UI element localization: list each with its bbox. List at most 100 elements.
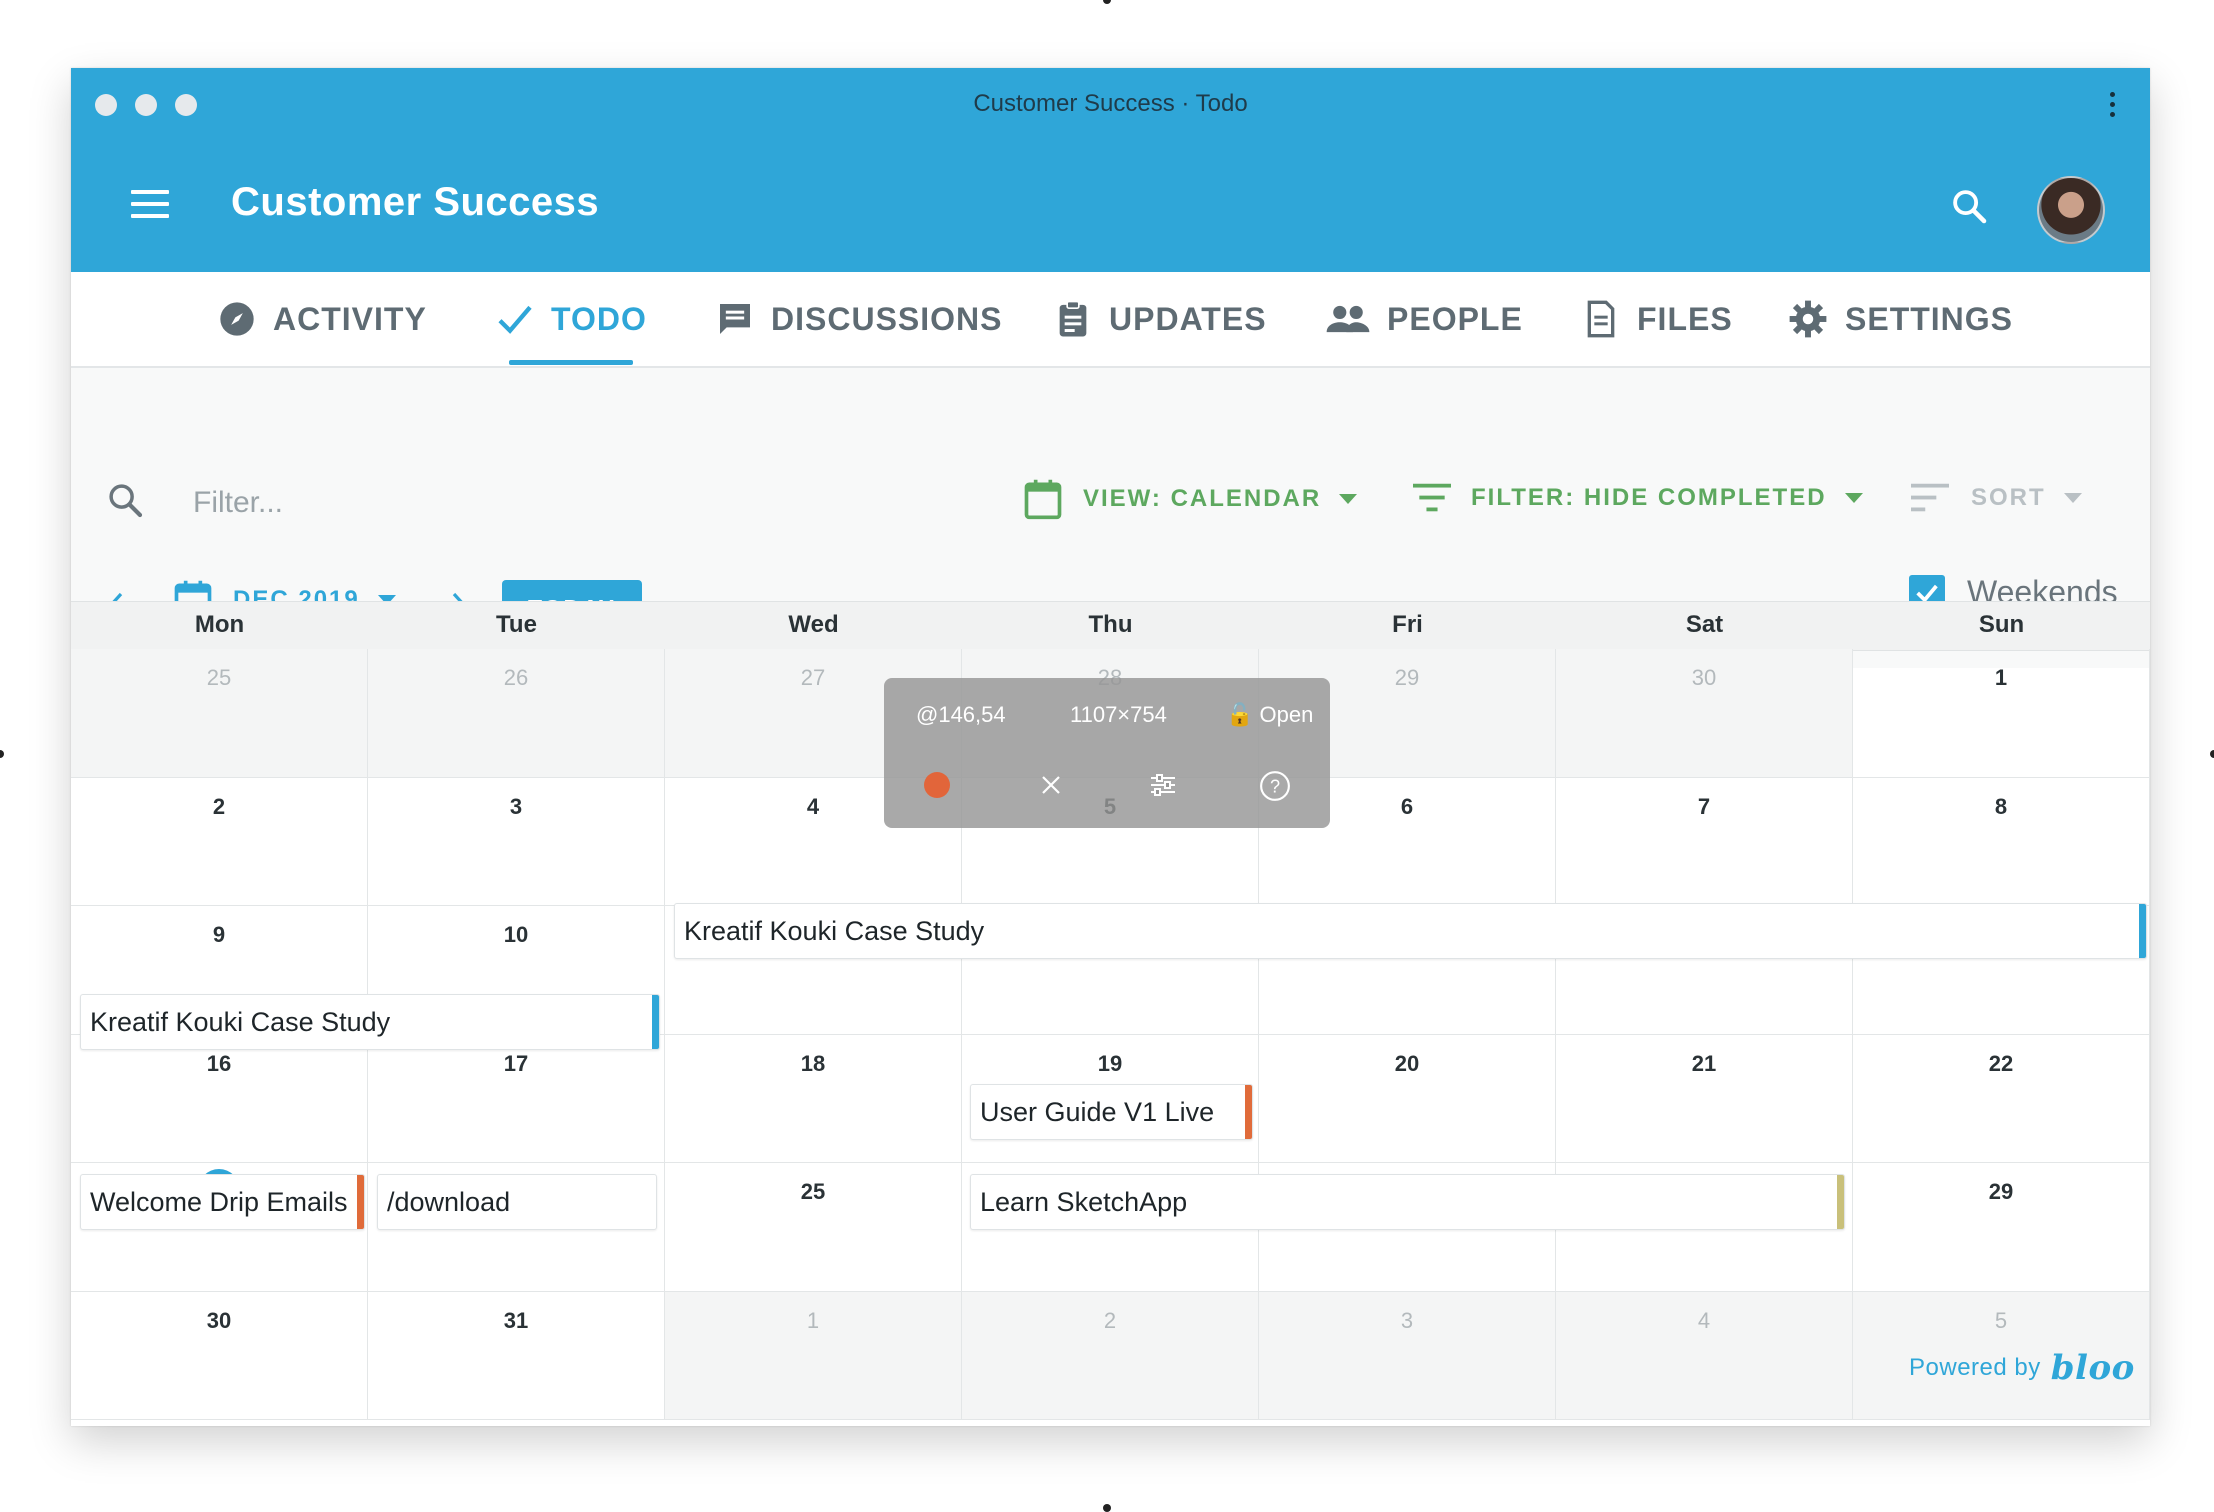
bloo-logo: bloo: [2050, 1348, 2135, 1388]
calendar-day-cell[interactable]: 26: [368, 649, 665, 778]
file-icon: [1587, 300, 1615, 338]
day-number: 17: [503, 1050, 529, 1076]
tab-updates[interactable]: UPDATES: [1053, 272, 1267, 366]
calendar-day-cell[interactable]: 7: [1556, 777, 1853, 906]
more-options-icon[interactable]: [2110, 92, 2116, 118]
day-number: 30: [1691, 665, 1717, 690]
day-number: 25: [800, 1179, 826, 1204]
day-number: 1: [1994, 665, 2008, 690]
window-titlebar[interactable]: Customer Success · Todo: [71, 68, 2150, 140]
day-number: 4: [1697, 1307, 1711, 1333]
help-icon[interactable]: ?: [1259, 770, 1291, 802]
event-user-guide-v1-live[interactable]: User Guide V1 Live: [970, 1084, 1253, 1140]
weekday-label: Wed: [788, 611, 839, 638]
calendar-day-cell[interactable]: 2: [71, 777, 368, 906]
tab-label: DISCUSSIONS: [771, 300, 1003, 337]
day-number: 25: [206, 665, 232, 690]
calendar-day-cell[interactable]: 20: [1259, 1034, 1556, 1163]
event-kreatif-kouki-case-study[interactable]: Kreatif Kouki Case Study: [674, 903, 2147, 959]
event-welcome-drip-emails[interactable]: Welcome Drip Emails: [80, 1174, 365, 1230]
day-number: 16: [206, 1050, 232, 1076]
filter-search-icon: [109, 484, 143, 518]
calendar-day-cell[interactable]: 25: [71, 649, 368, 778]
chat-icon: [720, 304, 750, 334]
day-number: 1: [806, 1307, 820, 1333]
tab-settings[interactable]: SETTINGS: [1787, 272, 2013, 366]
unlock-icon: 🔓: [1226, 702, 1254, 727]
search-icon[interactable]: [1949, 186, 1991, 228]
tab-todo[interactable]: TODO: [495, 272, 647, 366]
chevron-down-icon: [1339, 494, 1358, 504]
view-label: VIEW: CALENDAR: [1083, 485, 1322, 512]
calendar-day-cell[interactable]: 3: [368, 777, 665, 906]
weekday-label: Fri: [1392, 611, 1423, 638]
frame-marker: [1103, 0, 1111, 4]
calendar-day-cell[interactable]: 1: [1853, 649, 2150, 778]
event-title: Learn SketchApp: [980, 1187, 1188, 1217]
sort-label: SORT: [1971, 484, 2046, 511]
filter-hide-completed-dropdown[interactable]: FILTER: HIDE COMPLETED: [1413, 482, 1863, 514]
avatar[interactable]: [2037, 176, 2105, 244]
event-color-bar: [357, 1175, 364, 1229]
calendar-day-cell[interactable]: 31: [368, 1291, 665, 1420]
tab-label: TODO: [551, 300, 647, 337]
calendar-day-cell[interactable]: 2: [962, 1291, 1259, 1420]
powered-by-label: Powered by: [1909, 1354, 2041, 1381]
event-download[interactable]: /download: [377, 1174, 657, 1230]
event-color-bar: [652, 995, 659, 1049]
event-color-bar: [1245, 1085, 1252, 1139]
calendar-day-cell[interactable]: 30: [1556, 649, 1853, 778]
adjust-settings-icon[interactable]: [1148, 770, 1178, 800]
close-icon[interactable]: [1036, 770, 1066, 800]
event-title: Welcome Drip Emails: [90, 1187, 348, 1217]
powered-by-bloo[interactable]: Powered by bloo: [1909, 1348, 2135, 1388]
day-number: 20: [1394, 1050, 1420, 1076]
event-learn-sketchapp[interactable]: Learn SketchApp: [970, 1174, 1845, 1230]
tab-label: FILES: [1637, 300, 1733, 337]
calendar-day-cell[interactable]: 29: [1853, 1163, 2150, 1292]
day-number: 3: [1400, 1307, 1414, 1333]
calendar-day-cell[interactable]: 21: [1556, 1034, 1853, 1163]
calendar-day-cell[interactable]: 30: [71, 1291, 368, 1420]
calendar-day-cell[interactable]: 25: [665, 1163, 962, 1292]
weekday-label: Sun: [1978, 611, 2025, 638]
tab-discussions[interactable]: DISCUSSIONS: [715, 272, 1002, 366]
day-number: 26: [503, 665, 529, 690]
record-button[interactable]: [922, 770, 952, 800]
event-title: Kreatif Kouki Case Study: [90, 1007, 391, 1037]
sort-icon: [1911, 483, 1949, 512]
tab-files[interactable]: FILES: [1581, 272, 1733, 366]
calendar-day-cell[interactable]: 3: [1259, 1291, 1556, 1420]
weekday-label: Sat: [1685, 611, 1724, 638]
tab-label: PEOPLE: [1387, 300, 1523, 337]
day-number: 2: [1103, 1307, 1117, 1333]
filter-icon: [1413, 483, 1451, 512]
calendar-day-cell[interactable]: 22: [1853, 1034, 2150, 1163]
calendar-day-cell[interactable]: 18: [665, 1034, 962, 1163]
event-title: /download: [387, 1187, 511, 1217]
calendar-day-cell[interactable]: 17: [368, 1034, 665, 1163]
calendar-day-cell[interactable]: 8: [1853, 777, 2150, 906]
filter-input[interactable]: [191, 482, 595, 524]
day-number: 9: [212, 922, 226, 947]
tab-activity[interactable]: ACTIVITY: [217, 272, 427, 366]
lock-toggle[interactable]: 🔓 Open: [1226, 702, 1313, 728]
tab-label: SETTINGS: [1845, 300, 2014, 337]
day-number: 31: [503, 1307, 529, 1333]
filter-label: FILTER: HIDE COMPLETED: [1471, 484, 1827, 511]
chevron-down-icon: [1844, 493, 1863, 503]
hamburger-icon[interactable]: [131, 190, 169, 218]
sort-dropdown[interactable]: SORT: [1911, 482, 2082, 514]
compass-icon: [220, 302, 254, 336]
weekday-label: Tue: [496, 611, 537, 638]
chevron-down-icon: [2063, 493, 2082, 503]
view-calendar-dropdown[interactable]: VIEW: CALENDAR: [1021, 476, 1358, 522]
tab-people[interactable]: PEOPLE: [1325, 272, 1523, 366]
event-kreatif-kouki-case-study[interactable]: Kreatif Kouki Case Study: [80, 994, 660, 1050]
calendar-day-cell[interactable]: 4: [1556, 1291, 1853, 1420]
tab-label: UPDATES: [1109, 300, 1267, 337]
calendar-day-cell[interactable]: 1: [665, 1291, 962, 1420]
day-number: 21: [1691, 1050, 1717, 1076]
calendar-day-cell[interactable]: 16: [71, 1034, 368, 1163]
event-color-bar: [1837, 1175, 1844, 1229]
